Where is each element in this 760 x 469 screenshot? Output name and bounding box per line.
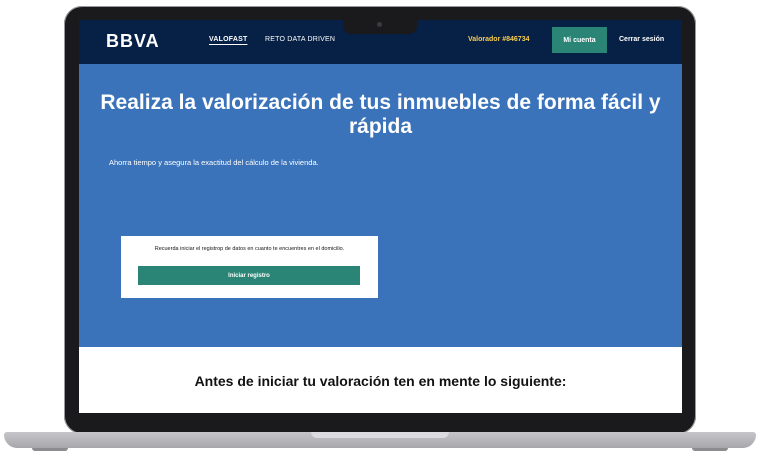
hero-title: Realiza la valorización de tus inmuebles…	[100, 91, 661, 138]
hero-subtitle: Ahorra tiempo y asegura la exactitud del…	[109, 158, 319, 167]
section-title: Antes de iniciar tu valoración ten en me…	[194, 373, 567, 389]
registro-reminder-text: Recuerda iniciar el registrop de datos e…	[154, 246, 345, 252]
registro-card: Recuerda iniciar el registrop de datos e…	[121, 236, 378, 298]
nav-link-valofast[interactable]: VALOFAST	[209, 36, 247, 43]
camera-icon	[377, 22, 382, 27]
laptop-foot-left	[32, 448, 68, 451]
valorador-id-label: Valorador #846734	[468, 36, 530, 43]
laptop-foot-right	[692, 448, 728, 451]
laptop-opening-notch	[311, 432, 449, 438]
iniciar-registro-button[interactable]: Iniciar registro	[138, 266, 360, 285]
hero-section: Realiza la valorización de tus inmuebles…	[79, 64, 682, 347]
laptop-screen: BBVA VALOFAST RETO DATA DRIVEN Valorador…	[79, 20, 682, 413]
bbva-logo[interactable]: BBVA	[106, 31, 160, 52]
cerrar-sesion-link[interactable]: Cerrar sesión	[619, 36, 664, 43]
nav-link-reto-data-driven[interactable]: RETO DATA DRIVEN	[265, 36, 335, 43]
mi-cuenta-button[interactable]: Mi cuenta	[552, 27, 607, 53]
